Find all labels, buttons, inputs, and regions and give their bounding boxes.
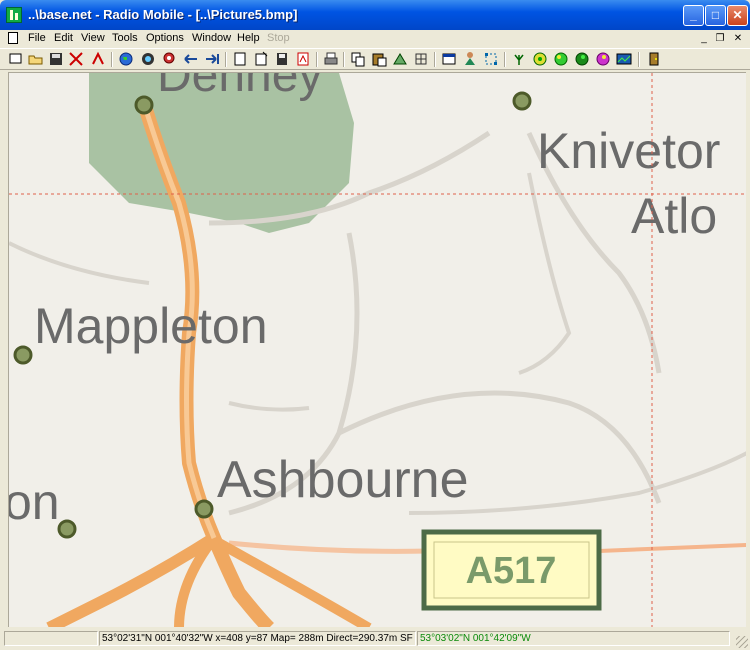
select-icon[interactable] bbox=[483, 51, 499, 67]
a517-road bbox=[228, 540, 430, 554]
menu-help[interactable]: Help bbox=[237, 32, 260, 44]
town-label-partial: on bbox=[9, 474, 60, 530]
open-icon[interactable] bbox=[28, 51, 44, 67]
copy-icon[interactable] bbox=[350, 51, 366, 67]
status-cell-empty bbox=[4, 631, 98, 646]
merge-icon[interactable] bbox=[392, 51, 408, 67]
town-label-atlo: Atlo bbox=[631, 188, 717, 244]
minimize-button[interactable]: _ bbox=[683, 5, 704, 26]
save-icon[interactable] bbox=[48, 51, 64, 67]
town-dot[interactable] bbox=[194, 499, 214, 519]
town-label-ashbourne: Ashbourne bbox=[217, 451, 469, 509]
mdi-restore-button[interactable]: ❐ bbox=[713, 32, 727, 45]
radio-mobile-app-icon[interactable] bbox=[6, 7, 22, 23]
mdi-minimize-button[interactable]: _ bbox=[697, 32, 711, 45]
map-save-icon[interactable] bbox=[274, 51, 290, 67]
pdf-icon[interactable] bbox=[295, 51, 311, 67]
antenna-icon[interactable] bbox=[511, 51, 527, 67]
arrow-left-icon[interactable] bbox=[183, 51, 199, 67]
title-bar: ..\base.net - Radio Mobile - [..\Picture… bbox=[0, 0, 750, 30]
coverage2-icon[interactable] bbox=[553, 51, 569, 67]
arrow-right-icon[interactable] bbox=[204, 51, 220, 67]
toolbar-separator bbox=[343, 52, 345, 67]
menu-tools[interactable]: Tools bbox=[112, 32, 138, 44]
minor-road bbox=[228, 401, 310, 412]
menu-file[interactable]: File bbox=[28, 32, 46, 44]
menu-window[interactable]: Window bbox=[192, 32, 231, 44]
a517-road bbox=[598, 543, 746, 553]
menu-bar: File Edit View Tools Options Window Help… bbox=[0, 30, 750, 48]
panel-icon[interactable] bbox=[441, 51, 457, 67]
toolbar-separator bbox=[111, 52, 113, 67]
mdi-close-button[interactable]: ✕ bbox=[731, 32, 745, 45]
town-label-knivetor: Knivetor bbox=[537, 123, 720, 179]
network-icon[interactable] bbox=[68, 51, 84, 67]
toolbar bbox=[0, 48, 750, 70]
toolbar-separator bbox=[638, 52, 640, 67]
resize-grip[interactable] bbox=[736, 636, 748, 648]
town-label-mappleton: Mappleton bbox=[34, 298, 268, 354]
exit-icon[interactable] bbox=[646, 51, 662, 67]
window-title: ..\base.net - Radio Mobile - [..\Picture… bbox=[28, 7, 298, 22]
menu-view[interactable]: View bbox=[81, 32, 105, 44]
road-label-a517: A517 bbox=[466, 550, 557, 592]
menu-stop: Stop bbox=[267, 32, 290, 44]
menu-options[interactable]: Options bbox=[146, 32, 184, 44]
status-cursor-info: 53°02'31"N 001°40'32"W x=408 y=87 Map= 2… bbox=[99, 631, 416, 646]
link-icon[interactable] bbox=[90, 51, 106, 67]
toolbar-separator bbox=[225, 52, 227, 67]
maximize-button[interactable]: □ bbox=[705, 5, 726, 26]
print-icon[interactable] bbox=[323, 51, 339, 67]
world-icon[interactable] bbox=[118, 51, 134, 67]
search-map-icon[interactable] bbox=[162, 51, 178, 67]
town-dot[interactable] bbox=[13, 345, 33, 365]
town-dot[interactable] bbox=[512, 91, 532, 111]
map-doc-icon[interactable] bbox=[232, 51, 248, 67]
status-bar: 53°02'31"N 001°40'32"W x=408 y=87 Map= 2… bbox=[0, 630, 750, 650]
coverage1-icon[interactable] bbox=[532, 51, 548, 67]
town-label-denney: Denney bbox=[157, 73, 322, 102]
close-button[interactable]: ✕ bbox=[727, 5, 748, 26]
status-reference-coords: 53°03'02"N 001°42'09"W bbox=[417, 631, 730, 646]
coverage4-icon[interactable] bbox=[595, 51, 611, 67]
toolbar-separator bbox=[316, 52, 318, 67]
minor-road bbox=[9, 241, 150, 285]
menu-edit[interactable]: Edit bbox=[54, 32, 73, 44]
grid-icon[interactable] bbox=[413, 51, 429, 67]
map-new-icon[interactable] bbox=[253, 51, 269, 67]
disk-icon[interactable] bbox=[140, 51, 156, 67]
toolbar-separator bbox=[504, 52, 506, 67]
map-canvas[interactable]: Denney Knivetor Atlo Mappleton Ashbourne… bbox=[9, 73, 746, 627]
coverage3-icon[interactable] bbox=[574, 51, 590, 67]
document-icon[interactable] bbox=[8, 32, 18, 44]
toolbar-separator bbox=[434, 52, 436, 67]
map-view[interactable]: Denney Knivetor Atlo Mappleton Ashbourne… bbox=[8, 72, 746, 627]
town-dot[interactable] bbox=[134, 95, 154, 115]
person-icon[interactable] bbox=[462, 51, 478, 67]
town-dot[interactable] bbox=[57, 519, 77, 539]
new-icon[interactable] bbox=[8, 51, 24, 67]
minor-road bbox=[518, 172, 572, 375]
profile-icon[interactable] bbox=[616, 51, 632, 67]
paste-icon[interactable] bbox=[371, 51, 387, 67]
